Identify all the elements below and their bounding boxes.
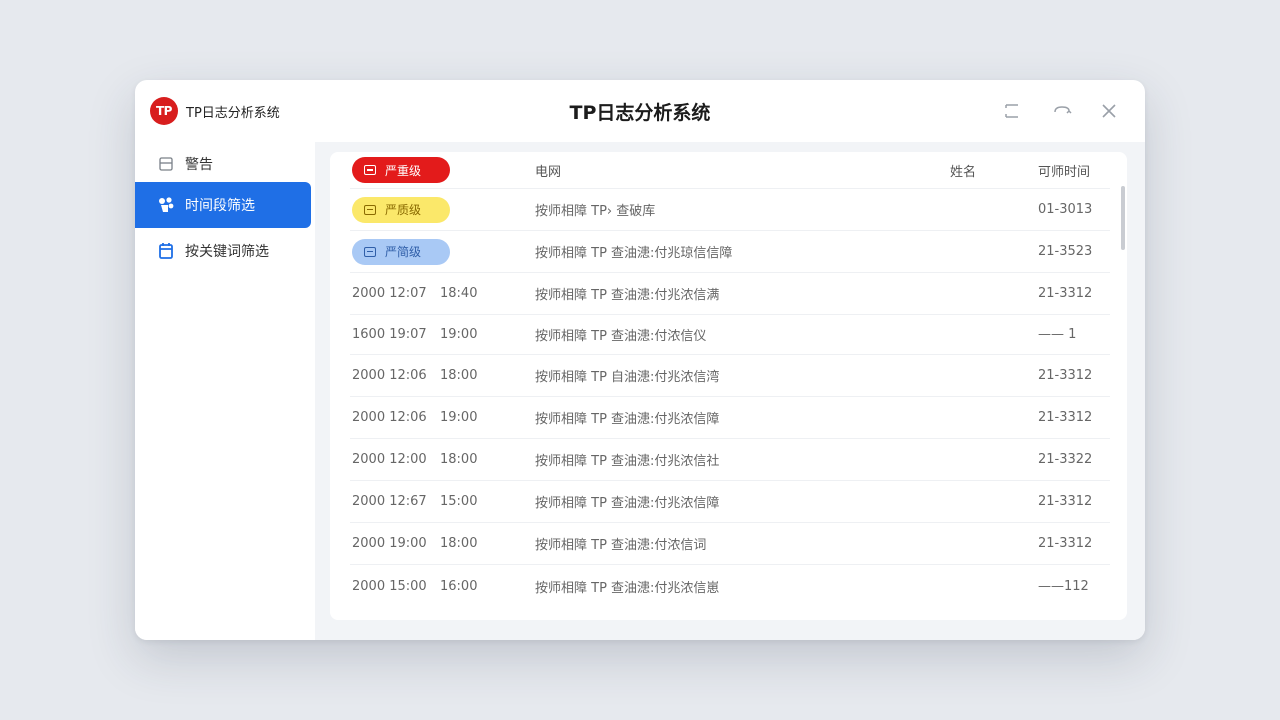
tag-icon [364,165,376,175]
sidebar-item-warning[interactable]: 警告 [135,147,311,181]
row-message: 按师相障 TP 查油漶:付兆浓信满 [535,288,720,303]
row-code: —— 1 [1038,327,1077,342]
row-message: 按师相障 TP 查油漶:付兆浓信障 [535,496,720,511]
row-code: 21-3312 [1038,410,1093,425]
close-button[interactable] [1098,100,1120,122]
row-message: 按师相障 TP 查油漶:付兆浓信障 [535,412,720,427]
column-header[interactable]: 电网 [535,152,561,188]
sidebar-item-time-filter[interactable]: 时间段筛选 [135,182,311,228]
maximize-button[interactable] [1001,100,1023,122]
row-date: 2000 12:07 [352,286,427,301]
row-message: 按师相障 TP 查油漶:付兆浓信崽 [535,580,720,596]
row-code: 21-3312 [1038,286,1093,301]
row-time: 18:00 [440,536,478,551]
row-code: ——112 [1038,578,1089,594]
table-row[interactable]: 2000 12:67 15:00 按师相障 TP 查油漶:付兆浓信障 21-33… [350,481,1110,523]
table-header: 严重级 电网 姓名 可师时间 [350,152,1110,189]
row-date: 2000 12:67 [352,494,427,509]
column-header[interactable]: 可师时间 [1038,152,1090,188]
main-content: 严重级 电网 姓名 可师时间 严质级 按师相障 TP› 查破库 01-3013 [315,142,1145,640]
log-table: 严重级 电网 姓名 可师时间 严质级 按师相障 TP› 查破库 01-3013 [330,152,1127,620]
column-header[interactable]: 姓名 [950,152,976,188]
sidebar: 警告 时间段筛选 按关键词筛选 [135,142,315,640]
close-icon [1102,104,1116,118]
sidebar-item-label: 时间段筛选 [185,198,255,214]
table-row[interactable]: 2000 12:00 18:00 按师相障 TP 查油漶:付兆浓信社 21-33… [350,439,1110,481]
table-row[interactable]: 2000 12:06 19:00 按师相障 TP 查油漶:付兆浓信障 21-33… [350,397,1110,439]
row-message: 按师相障 TP 查油漶:付浓信仪 [535,329,707,344]
row-code: 21-3312 [1038,494,1093,509]
table-row[interactable]: 严简级 按师相障 TP 查油漶:付兆琼信信障 21-3523 [350,231,1110,273]
row-message: 按师相障 TP 自油漶:付兆浓信湾 [535,370,720,385]
sidebar-item-label: 警告 [185,157,213,173]
row-date: 2000 12:00 [352,452,427,467]
row-time: 18:40 [440,286,478,301]
log-icon [157,155,175,173]
table-row[interactable]: 1600 19:07 19:00 按师相障 TP 查油漶:付浓信仪 —— 1 [350,315,1110,355]
row-date: 2000 12:06 [352,410,427,425]
row-time: 15:00 [440,494,478,509]
window-title: TP日志分析系统 [569,102,711,124]
row-code: 21-3322 [1038,452,1093,467]
table-row[interactable]: 2000 15:00 16:00 按师相障 TP 查油漶:付兆浓信崽 ——112 [350,565,1110,607]
table-row[interactable]: 2000 19:00 18:00 按师相障 TP 查油漶:付浓信词 21-331… [350,523,1110,565]
row-time: 18:00 [440,452,478,467]
level-tag-warning[interactable]: 严质级 [352,196,450,223]
row-date: 1600 19:07 [352,327,427,342]
row-date: 2000 15:00 [352,578,427,594]
row-code: 01-3013 [1038,202,1093,217]
row-code: 21-3523 [1038,244,1093,259]
app-window: TP TP日志分析系统 TP日志分析系统 警告 时间段筛选 按关键词筛选 严重级… [135,80,1145,640]
row-message: 按师相障 TP 查油漶:付浓信词 [535,538,707,553]
row-message: 按师相障 TP 查油漶:付兆浓信社 [535,454,720,469]
row-message: 按师相障 TP 查油漶:付兆琼信信障 [535,246,733,261]
maximize-icon [1005,104,1018,118]
row-message: 按师相障 TP› 查破库 [535,204,656,219]
row-code: 21-3312 [1038,368,1093,383]
table-row[interactable]: 严质级 按师相障 TP› 查破库 01-3013 [350,189,1110,231]
row-time: 16:00 [440,578,478,594]
level-tag-critical[interactable]: 严重级 [352,157,450,183]
row-time: 19:00 [440,327,478,342]
table-row[interactable]: 2000 12:06 18:00 按师相障 TP 自油漶:付兆浓信湾 21-33… [350,355,1110,397]
row-time: 19:00 [440,410,478,425]
row-date: 2000 12:06 [352,368,427,383]
sidebar-item-label: 按关键词筛选 [185,244,269,260]
row-code: 21-3312 [1038,536,1093,551]
title-bar: TP TP日志分析系统 TP日志分析系统 [135,80,1145,142]
table-row[interactable]: 2000 12:07 18:40 按师相障 TP 查油漶:付兆浓信满 21-33… [350,273,1110,315]
filter-icon [157,196,175,214]
sidebar-item-keyword-filter[interactable]: 按关键词筛选 [135,234,311,268]
calendar-icon [157,242,175,260]
restore-icon [1054,106,1072,114]
vertical-scrollbar[interactable] [1121,186,1125,250]
row-time: 18:00 [440,368,478,383]
tag-icon [364,246,376,257]
row-date: 2000 19:00 [352,536,427,551]
level-tag-info[interactable]: 严简级 [352,238,450,265]
tag-icon [364,204,376,215]
restore-button[interactable] [1051,100,1073,122]
